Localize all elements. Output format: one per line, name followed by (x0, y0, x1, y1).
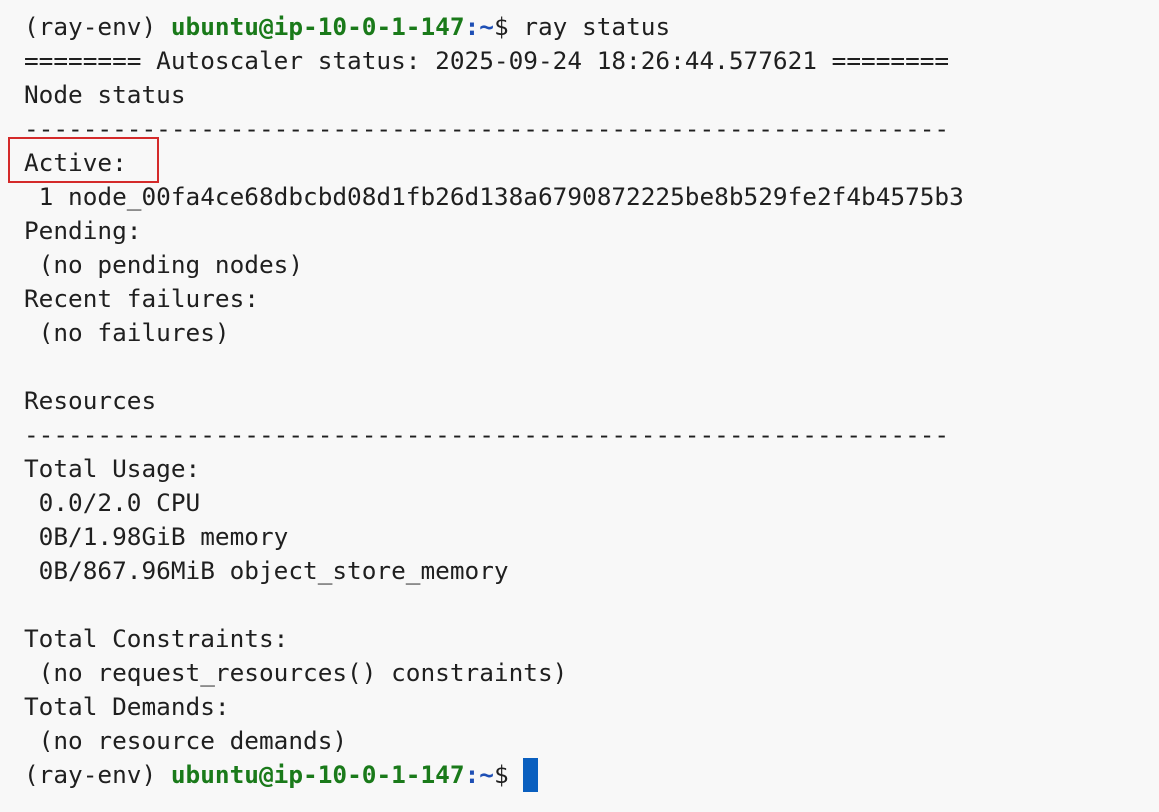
node-status-title: Node status (24, 80, 186, 109)
prompt-symbol: $ (493, 12, 524, 41)
command-text: ray status (523, 12, 671, 41)
usage-memory: 0B/1.98GiB memory (24, 522, 289, 551)
usage-object-store: 0B/867.96MiB object_store_memory (24, 556, 509, 585)
text-cursor[interactable] (523, 758, 539, 792)
resources-title: Resources (24, 386, 157, 415)
user-host: ubuntu@ip-10-0-1-147 (170, 760, 465, 789)
prompt-symbol: $ (493, 760, 524, 789)
demands-value: (no resource demands) (24, 726, 348, 755)
autoscaler-header: ======== Autoscaler status: 2025-09-24 1… (24, 46, 950, 75)
demands-label: Total Demands: (24, 692, 230, 721)
pending-label: Pending: (24, 216, 142, 245)
terminal-window[interactable]: (ray-env) ubuntu@ip-10-0-1-147:~$ ray st… (24, 10, 964, 792)
command-line: (ray-env) ubuntu@ip-10-0-1-147:~$ ray st… (24, 10, 964, 44)
active-label: Active: (24, 148, 127, 177)
failures-label: Recent failures: (24, 284, 259, 313)
prompt-line[interactable]: (ray-env) ubuntu@ip-10-0-1-147:~$ (24, 758, 964, 792)
active-highlight-box (8, 137, 159, 183)
constraints-value: (no request_resources() constraints) (24, 658, 568, 687)
cwd-path: :~ (464, 760, 494, 789)
user-host: ubuntu@ip-10-0-1-147 (170, 12, 465, 41)
divider: ----------------------------------------… (24, 420, 950, 449)
divider: ----------------------------------------… (24, 114, 950, 143)
constraints-label: Total Constraints: (24, 624, 289, 653)
usage-cpu: 0.0/2.0 CPU (24, 488, 201, 517)
active-node: 1 node_00fa4ce68dbcbd08d1fb26d138a679087… (24, 182, 964, 211)
env-prefix: (ray-env) (24, 760, 171, 789)
pending-value: (no pending nodes) (24, 250, 304, 279)
failures-value: (no failures) (24, 318, 230, 347)
cwd-path: :~ (464, 12, 494, 41)
total-usage-label: Total Usage: (24, 454, 201, 483)
env-prefix: (ray-env) (24, 12, 171, 41)
